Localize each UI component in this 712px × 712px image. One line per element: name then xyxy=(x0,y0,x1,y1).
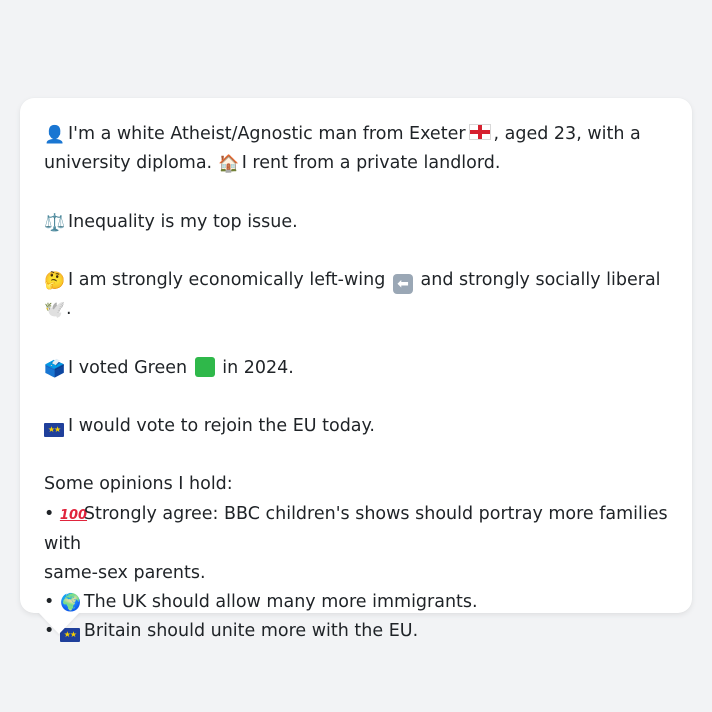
hundred-points-icon: 100 xyxy=(59,507,88,523)
person-icon: 👤 xyxy=(44,125,66,145)
opinion-text-2: The UK should allow many more immigrants… xyxy=(83,592,478,613)
left-arrow-icon: ⬅ xyxy=(392,273,413,294)
message-bubble: 👤 I'm a white Atheist/Agnostic man from E… xyxy=(20,98,692,643)
profile-line-2: university diploma. 🏠 I rent from a priva… xyxy=(44,149,668,178)
issue-text: Inequality is my top issue. xyxy=(68,211,298,232)
opinion-text-1a: Strongly agree: BBC children's shows sho… xyxy=(44,503,668,554)
scales-icon: ⚖️ xyxy=(44,212,66,233)
vote-text-a: I voted Green xyxy=(68,357,188,378)
england-flag-icon xyxy=(468,124,491,140)
green-square-icon xyxy=(194,356,215,377)
vote-text-b: in 2024. xyxy=(222,357,294,378)
eu-text: I would vote to rejoin the EU today. xyxy=(68,415,375,436)
opinion-text-3: Britain should unite more with the EU. xyxy=(83,621,419,642)
opinion-item-1: • 100Strongly agree: BBC children's show… xyxy=(44,500,668,559)
thinking-face-icon: 🤔 xyxy=(44,270,66,291)
bullet: • xyxy=(44,503,55,524)
ballot-box-icon: 🗳️ xyxy=(44,358,66,379)
opinions-heading: Some opinions I hold: xyxy=(44,474,233,495)
ideology-text-b: and strongly socially liberal xyxy=(420,269,661,290)
eu-line: ★★ I would vote to rejoin the EU today. xyxy=(44,412,668,441)
house-icon: 🏠 xyxy=(218,154,240,175)
ideology-line: 🤔 I am strongly economically left-wing ⬅ … xyxy=(44,266,668,324)
profile-text-1: I'm a white Atheist/Agnostic man from Ex… xyxy=(68,124,466,144)
issue-line: ⚖️ Inequality is my top issue. xyxy=(44,208,668,237)
opinion-item-2: • 🌍 The UK should allow many more immigra… xyxy=(44,588,668,617)
profile-text-2b: I rent from a private landlord. xyxy=(241,153,501,174)
profile-text-2a: university diploma. xyxy=(44,153,213,174)
globe-icon: 🌍 xyxy=(60,593,82,614)
ideology-text-a: I am strongly economically left-wing xyxy=(68,269,386,290)
vote-line: 🗳️ I voted Green in 2024. xyxy=(44,354,668,383)
profile-text-1b: , aged 23, with a xyxy=(493,124,641,144)
opinion-item-1-cont: same-sex parents. xyxy=(44,562,206,583)
profile-line-1: 👤 I'm a white Atheist/Agnostic man from E… xyxy=(44,120,668,149)
dove-icon: 🕊️ xyxy=(44,300,66,321)
bullet: • xyxy=(44,592,55,613)
ideology-text-c: . xyxy=(66,299,72,320)
opinion-item-3: • ★★ Britain should unite more with the E… xyxy=(44,617,668,646)
bubble-tail xyxy=(38,612,80,634)
eu-flag-icon: ★★ xyxy=(44,422,64,437)
